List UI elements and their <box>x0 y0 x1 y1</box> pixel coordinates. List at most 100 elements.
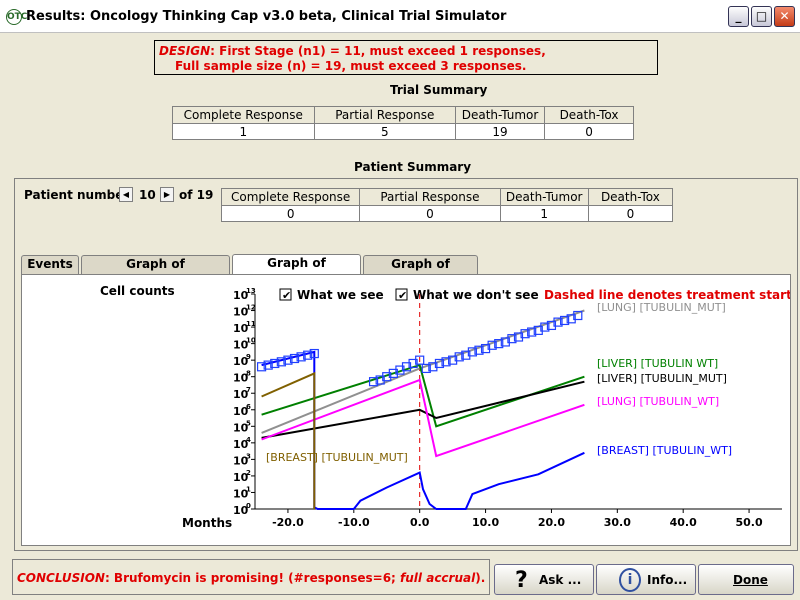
patient-summary-title: Patient Summary <box>354 160 472 174</box>
y-tick-exponent: 12 <box>246 304 256 312</box>
maximize-button[interactable]: □ <box>751 6 772 27</box>
design-box: DESIGN: First Stage (n1) = 11, must exce… <box>154 40 658 75</box>
patient-number-label: Patient number <box>24 188 130 202</box>
checkbox-what-we-see-label: What we see <box>297 288 384 302</box>
y-tick-exponent: 8 <box>246 370 251 378</box>
ask-button[interactable]: ? Ask ... <box>494 564 594 595</box>
series-label: [LIVER] [TUBULIN_MUT] <box>597 372 727 385</box>
info-button-label: Info... <box>647 573 688 587</box>
x-tick-label: 0.0 <box>410 516 430 529</box>
col-partial-response: Partial Response <box>359 188 501 206</box>
series-label: [LUNG] [TUBULIN_WT] <box>597 395 719 408</box>
col-partial-response: Partial Response <box>313 106 457 124</box>
checkbox-what-we-dont-see-label: What we don't see <box>413 288 539 302</box>
table-header-row: Complete Response Partial Response Death… <box>172 106 634 124</box>
conclusion-label: CONCLUSION <box>17 571 105 585</box>
col-complete-response: Complete Response <box>220 188 361 206</box>
conclusion-text: CONCLUSION: Brufomycin is promising! (#r… <box>17 571 485 585</box>
checkbox-what-we-see[interactable]: ✔ What we see <box>279 288 384 302</box>
patient-total: of 19 <box>179 188 214 202</box>
conclusion-body: : Brufomycin is promising! (#responses=6… <box>104 571 401 585</box>
cell-partial-response: 0 <box>359 205 501 222</box>
y-tick-exponent: 4 <box>246 436 251 444</box>
table-row: 1 5 19 0 <box>172 123 634 140</box>
title-bar: OTC Results: Oncology Thinking Cap v3.0 … <box>0 0 800 33</box>
treatment-note: Dashed line denotes treatment start <box>544 288 790 302</box>
previous-patient-button[interactable]: ◀ <box>119 187 133 202</box>
tab-graph-of-concentration[interactable]: Graph of concentration <box>81 255 230 288</box>
tab-events[interactable]: Events <box>21 255 79 274</box>
y-tick-exponent: 0 <box>246 502 251 510</box>
question-icon: ? <box>515 568 528 593</box>
x-tick-label: 10.0 <box>472 516 499 529</box>
design-label: DESIGN <box>159 44 211 58</box>
series-line <box>261 378 585 458</box>
cell-partial-response: 5 <box>313 123 457 140</box>
col-death-tumor: Death-Tumor <box>455 106 546 124</box>
y-tick-exponent: 7 <box>246 386 251 394</box>
col-death-tox: Death-Tox <box>544 106 634 124</box>
y-tick-exponent: 13 <box>246 287 256 295</box>
cellcount-chart-panel: Cell counts Months ✔ What we see ✔ What … <box>21 274 792 546</box>
cellcount-chart: Cell counts Months ✔ What we see ✔ What … <box>100 284 792 530</box>
y-tick-exponent: 2 <box>246 469 251 477</box>
series-label: [BREAST] [TUBULIN_MUT] <box>266 451 408 464</box>
close-button[interactable]: ✕ <box>774 6 795 27</box>
trial-summary-table: Complete Response Partial Response Death… <box>172 106 634 140</box>
tab-graph-of-toxicity[interactable]: Graph of toxicity <box>363 255 478 288</box>
y-tick-exponent: 10 <box>246 337 256 345</box>
cell-death-tumor: 19 <box>455 123 546 140</box>
series-label: [LIVER] [TUBULIN WT] <box>597 357 718 370</box>
minimize-button[interactable]: _ <box>728 6 749 27</box>
cell-complete-response: 1 <box>172 123 315 140</box>
x-tick-label: 20.0 <box>538 516 565 529</box>
conclusion-box: CONCLUSION: Brufomycin is promising! (#r… <box>12 559 490 595</box>
col-complete-response: Complete Response <box>172 106 315 124</box>
conclusion-end: ). <box>475 571 486 585</box>
y-tick-exponent: 11 <box>246 320 256 328</box>
cell-death-tox: 0 <box>587 205 674 222</box>
x-tick-label: -10.0 <box>338 516 370 529</box>
tab-graph-of-cellcounts[interactable]: Graph of cellcounts <box>232 254 361 287</box>
cell-death-tumor: 1 <box>499 205 589 222</box>
series-line <box>261 371 316 509</box>
next-patient-button[interactable]: ▶ <box>160 187 174 202</box>
plot-area: 1001011021031041051061071081091010101110… <box>233 287 782 529</box>
y-tick-exponent: 3 <box>246 452 251 460</box>
conclusion-italic: full accrual <box>400 571 476 585</box>
patient-panel: Patient number ◀ 10 ▶ of 19 Complete Res… <box>14 178 798 551</box>
series-label: [LUNG] [TUBULIN_MUT] <box>597 301 726 314</box>
trial-summary-title: Trial Summary <box>390 83 488 97</box>
design-line-2: Full sample size (n) = 19, must exceed 3… <box>175 59 527 73</box>
col-death-tox: Death-Tox <box>587 188 674 206</box>
done-button[interactable]: Done <box>698 564 794 595</box>
x-tick-label: 40.0 <box>670 516 697 529</box>
table-header-row: Complete Response Partial Response Death… <box>220 188 674 206</box>
y-tick-exponent: 9 <box>246 353 251 361</box>
table-row: 0 0 1 0 <box>220 205 674 222</box>
series-line <box>261 380 585 439</box>
chart-xlabel: Months <box>182 516 232 530</box>
series-label: [BREAST] [TUBULIN_WT] <box>597 444 732 457</box>
checkbox-what-we-dont-see[interactable]: ✔ What we don't see <box>395 288 539 302</box>
window-title: Results: Oncology Thinking Cap v3.0 beta… <box>26 9 507 24</box>
cell-complete-response: 0 <box>220 205 361 222</box>
svg-text:✔: ✔ <box>282 289 291 302</box>
results-body: DESIGN: First Stage (n1) = 11, must exce… <box>4 33 798 596</box>
x-tick-label: 30.0 <box>604 516 631 529</box>
patient-summary-table: Complete Response Partial Response Death… <box>220 188 674 222</box>
ask-button-label: Ask ... <box>539 573 582 587</box>
x-tick-label: -20.0 <box>272 516 304 529</box>
info-button[interactable]: i Info... <box>596 564 696 595</box>
cell-death-tox: 0 <box>544 123 634 140</box>
y-tick-exponent: 1 <box>246 485 251 493</box>
svg-text:✔: ✔ <box>398 289 407 302</box>
info-icon: i <box>619 568 641 592</box>
app-icon: OTC <box>6 9 27 25</box>
x-tick-label: 50.0 <box>735 516 762 529</box>
patient-number-value: 10 <box>139 188 156 202</box>
design-text-1: : First Stage (n1) = 11, must exceed 1 r… <box>210 44 546 58</box>
done-button-label: Done <box>733 573 768 587</box>
y-tick-exponent: 5 <box>246 419 251 427</box>
y-tick-exponent: 6 <box>246 403 251 411</box>
